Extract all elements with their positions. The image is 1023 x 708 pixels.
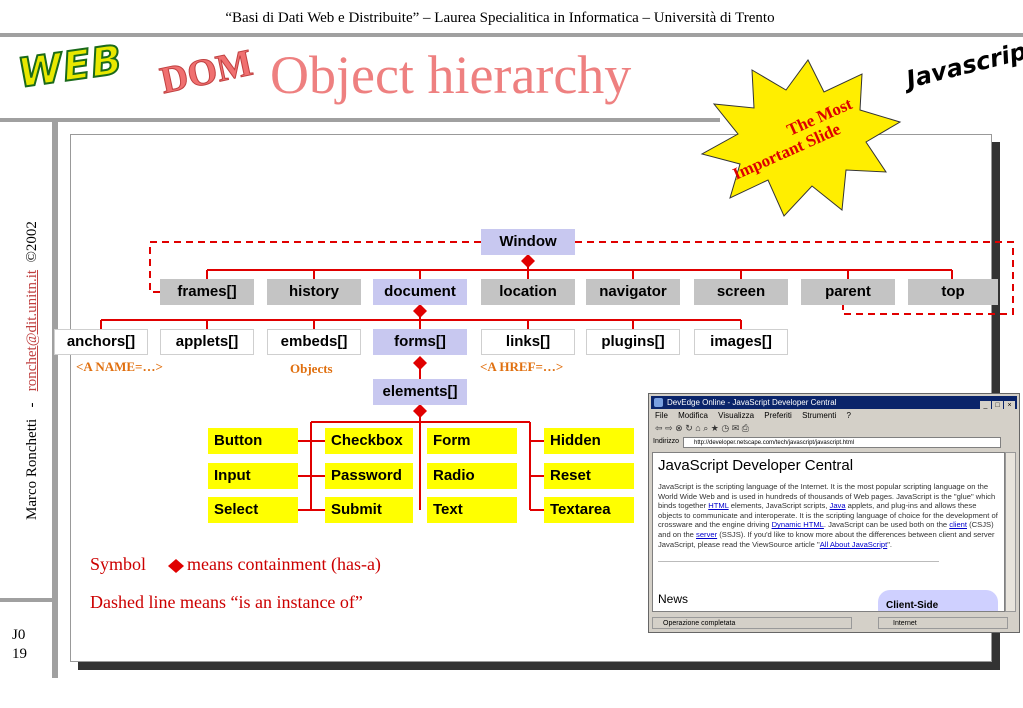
news-heading: News [658,592,689,606]
paragraph-part-7: ". [887,539,893,549]
browser-title: DevEdge Online - JavaScript Developer Ce… [667,398,837,407]
node-navigator: navigator [586,279,680,305]
node-button: Button [208,428,298,454]
history-icon[interactable]: ◷ [721,423,729,433]
browser-statusbar: Operazione completata Internet [652,617,1016,629]
diamond-document [413,304,427,318]
link-all-about-javascript[interactable]: All About JavaScript [820,540,888,549]
link-server[interactable]: server [696,530,717,539]
note-href-tag: <A HREF=…> [480,359,564,374]
browser-titlebar: DevEdge Online - JavaScript Developer Ce… [651,396,1017,411]
note-objects: Objects [290,361,333,376]
search-icon[interactable]: ⌕ [703,423,708,433]
node-frames: frames[] [160,279,254,305]
node-text: Text [427,497,517,523]
address-bar: Indirizzo http://developer.netscape.com/… [653,437,1015,449]
page-scrollbar[interactable] [1005,452,1016,612]
diamond-forms [413,356,427,370]
menu-file[interactable]: File [655,411,668,420]
menu-preferiti[interactable]: Preferiti [764,411,792,420]
address-label: Indirizzo [653,438,680,445]
node-parent: parent [801,279,895,305]
node-input: Input [208,463,298,489]
minimize-icon[interactable]: _ [980,401,991,410]
node-checkbox: Checkbox [325,428,413,454]
node-elements: elements[] [373,379,467,405]
node-document: document [373,279,467,305]
node-history: history [267,279,361,305]
status-message: Operazione completata [652,617,852,629]
address-input[interactable]: http://developer.netscape.com/tech/javas… [683,437,1001,448]
diamond-elements [413,404,427,418]
paragraph-part-2: elements, JavaScript scripts, [728,501,830,511]
link-dynamic-html[interactable]: Dynamic HTML [772,520,824,529]
link-html[interactable]: HTML [708,501,728,510]
menu-strumenti[interactable]: Strumenti [802,411,836,420]
client-side-box[interactable]: Client-Side [878,590,998,611]
legend-dashed-text: Dashed line means “is an instance of” [90,592,363,612]
node-textarea: Textarea [544,497,634,523]
node-screen: screen [694,279,788,305]
link-client[interactable]: client [949,520,967,529]
node-images: images[] [694,329,788,355]
node-radio: Radio [427,463,517,489]
browser-window: DevEdge Online - JavaScript Developer Ce… [648,393,1020,633]
node-window: Window [481,229,575,255]
status-zone: Internet [878,617,1008,629]
menu-help[interactable]: ? [847,411,851,420]
node-applets: applets[] [160,329,254,355]
node-reset: Reset [544,463,634,489]
link-java[interactable]: Java [830,501,846,510]
menu-modifica[interactable]: Modifica [678,411,708,420]
page-divider [658,561,939,563]
node-links: links[] [481,329,575,355]
node-form: Form [427,428,517,454]
stop-icon[interactable]: ⊗ [675,423,683,433]
refresh-icon[interactable]: ↻ [685,423,693,433]
menu-visualizza[interactable]: Visualizza [718,411,754,420]
legend-symbol-prefix: Symbol [90,554,147,574]
close-icon[interactable]: × [1004,401,1015,410]
diamond-window [521,254,535,268]
page-paragraph: JavaScript is the scripting language of … [658,482,999,549]
forward-icon[interactable]: ⇨ [665,423,673,433]
node-top: top [908,279,998,305]
legend-symbol-text: means containment (has-a) [187,554,381,574]
node-forms: forms[] [373,329,467,355]
node-plugins: plugins[] [586,329,680,355]
home-icon[interactable]: ⌂ [695,423,700,433]
node-select: Select [208,497,298,523]
node-hidden: Hidden [544,428,634,454]
level1-drops [206,270,953,279]
window-controls: _ □ × [979,398,1015,411]
browser-toolbar: ⇦ ⇨ ⊗ ↻ ⌂ ⌕ ★ ◷ ✉ ⎙ [655,423,1015,435]
browser-menubar: File Modifica Visualizza Preferiti Strum… [655,411,859,420]
browser-app-icon [654,398,663,407]
paragraph-part-4: . JavaScript can be used both on the [823,520,950,530]
note-anchor-tag: <A NAME=…> [76,359,163,374]
node-location: location [481,279,575,305]
node-embeds: embeds[] [267,329,361,355]
node-anchors: anchors[] [54,329,148,355]
node-password: Password [325,463,413,489]
print-icon[interactable]: ⎙ [742,423,749,433]
node-submit: Submit [325,497,413,523]
page-heading: JavaScript Developer Central [658,457,854,474]
browser-page: JavaScript Developer Central JavaScript … [652,452,1005,612]
back-icon[interactable]: ⇦ [655,423,663,433]
legend-diamond [168,559,184,573]
favorites-icon[interactable]: ★ [711,423,719,433]
level2-drops [100,320,742,329]
maximize-icon[interactable]: □ [992,401,1003,410]
mail-icon[interactable]: ✉ [732,423,740,433]
